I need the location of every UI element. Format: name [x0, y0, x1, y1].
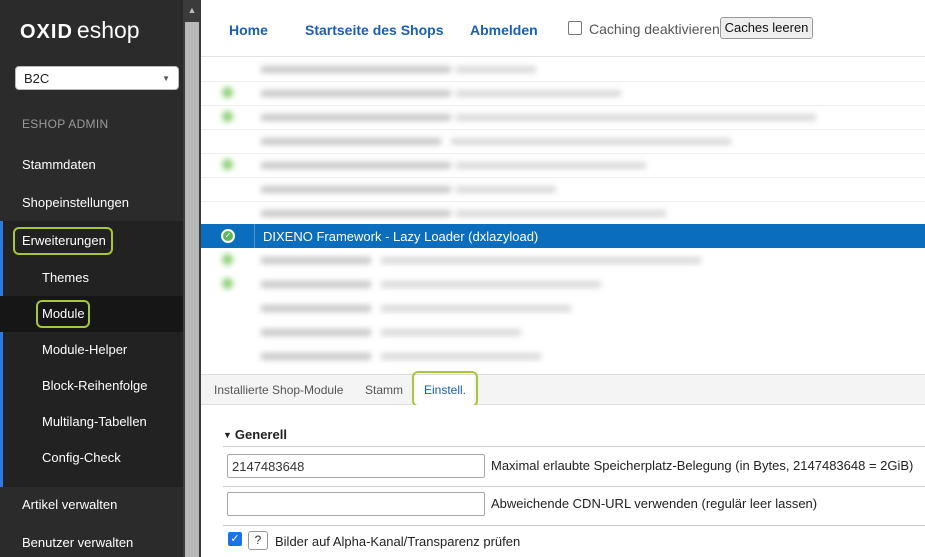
module-row-blurred[interactable] [201, 296, 925, 320]
max-storage-input[interactable] [227, 454, 485, 478]
clear-caches-button[interactable]: Caches leeren [720, 17, 813, 39]
sidebar-item-label: Stammdaten [22, 157, 96, 172]
module-row-blurred[interactable] [201, 129, 925, 153]
highlight-einstellungen [412, 371, 478, 407]
tab-bar: Installierte Shop-Module Stamm Einstell. [201, 371, 925, 407]
sidebar-item-label: Module-Helper [42, 342, 128, 357]
help-button[interactable]: ? [248, 531, 268, 550]
module-row-blurred[interactable] [201, 272, 925, 296]
module-row-blurred[interactable] [201, 105, 925, 129]
module-row-blurred[interactable] [201, 153, 925, 177]
app-window: OXID eshop B2C ▼ ESHOP ADMIN Stammdaten … [0, 0, 925, 557]
cdn-url-input[interactable] [227, 492, 485, 516]
sidebar-item-label: Block-Reihenfolge [42, 378, 148, 393]
module-row-blurred[interactable] [201, 248, 925, 272]
caching-checkbox[interactable] [568, 21, 582, 35]
module-row-blurred[interactable] [201, 344, 925, 368]
sidebar-item-label: Themes [42, 270, 89, 285]
sidebar-subitem-block-reihenfolge[interactable]: Block-Reihenfolge [0, 378, 183, 396]
tab-stamm[interactable]: Stamm [365, 383, 403, 397]
shop-select-value: B2C [24, 71, 50, 86]
module-row-blurred[interactable] [201, 57, 925, 81]
sidebar: OXID eshop B2C ▼ ESHOP ADMIN Stammdaten … [0, 0, 183, 557]
sidebar-item-label: Config-Check [42, 450, 121, 465]
divider [223, 525, 925, 526]
sidebar-item-artikel-verwalten[interactable]: Artikel verwalten [0, 497, 183, 515]
check-circle-icon: ✓ [221, 229, 235, 243]
chevron-down-icon: ▼ [162, 74, 170, 83]
alpha-check-label: Bilder auf Alpha-Kanal/Transparenz prüfe… [275, 534, 521, 549]
logout-link[interactable]: Abmelden [470, 22, 538, 38]
module-row-blurred[interactable] [201, 201, 925, 225]
sidebar-subitem-module-helper[interactable]: Module-Helper [0, 342, 183, 360]
scrollbar-thumb[interactable] [185, 22, 199, 557]
admin-label: ESHOP ADMIN [22, 117, 109, 131]
module-row-blurred[interactable] [201, 320, 925, 344]
group-title: Generell [234, 427, 287, 442]
caching-label: Caching deaktivieren [589, 21, 720, 37]
sidebar-subitem-themes[interactable]: Themes [0, 270, 183, 288]
sidebar-subitem-multilang-tabellen[interactable]: Multilang-Tabellen [0, 414, 183, 432]
top-navbar: Home Startseite des Shops Abmelden Cachi… [201, 0, 925, 57]
max-storage-label: Maximal erlaubte Speicherplatz-Belegung … [491, 458, 914, 473]
module-list: ✓ DIXENO Framework - Lazy Loader (dxlazy… [201, 57, 925, 374]
module-name: DIXENO Framework - Lazy Loader (dxlazylo… [263, 229, 539, 244]
sidebar-item-label: Artikel verwalten [22, 497, 118, 512]
sidebar-subitem-module[interactable]: Module [0, 306, 183, 324]
caret-down-icon: ▼ [223, 430, 232, 440]
highlight-erweiterungen [13, 227, 113, 255]
sidebar-scrollbar[interactable]: ▲ [183, 0, 201, 557]
divider [223, 486, 925, 487]
shop-start-link[interactable]: Startseite des Shops [305, 22, 444, 38]
sidebar-item-label: Benutzer verwalten [22, 535, 134, 550]
logo-bold: OXID [20, 21, 73, 43]
sidebar-subitem-config-check[interactable]: Config-Check [0, 450, 183, 468]
row-divider [254, 224, 255, 248]
sidebar-item-stammdaten[interactable]: Stammdaten [0, 157, 183, 175]
cdn-url-label: Abweichende CDN-URL verwenden (regulär l… [491, 496, 818, 511]
sidebar-item-label: Multilang-Tabellen [42, 414, 147, 429]
module-row-blurred[interactable] [201, 81, 925, 105]
module-row-blurred[interactable] [201, 177, 925, 201]
settings-panel: ▼Generell Maximal erlaubte Speicherplatz… [201, 405, 925, 557]
divider [223, 446, 925, 447]
alpha-check-checkbox[interactable]: ✓ [228, 532, 242, 546]
group-header-generell[interactable]: ▼ Generell [223, 427, 287, 442]
highlight-module [36, 300, 90, 328]
shop-select[interactable]: B2C ▼ [15, 66, 179, 90]
scroll-up-icon[interactable]: ▲ [186, 3, 198, 17]
logo-light: eshop [76, 17, 140, 43]
sidebar-item-shopeinstellungen[interactable]: Shopeinstellungen [0, 195, 183, 213]
sidebar-item-label: Shopeinstellungen [22, 195, 129, 210]
home-link[interactable]: Home [229, 22, 268, 38]
sidebar-item-benutzer-verwalten[interactable]: Benutzer verwalten [0, 535, 183, 553]
logo: OXID eshop [20, 17, 140, 45]
module-row-selected[interactable]: ✓ DIXENO Framework - Lazy Loader (dxlazy… [201, 224, 925, 248]
tab-installierte-module[interactable]: Installierte Shop-Module [214, 383, 343, 397]
